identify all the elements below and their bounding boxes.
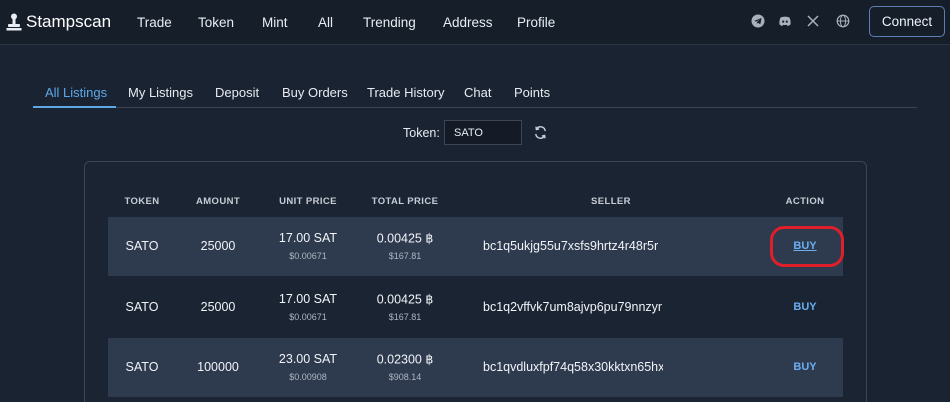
row-seller[interactable]: bc1q2vffvk7um8ajvp6pu79nnzyr [483, 300, 663, 314]
buy-button[interactable]: BUY [793, 361, 816, 373]
row-total-price: 0.02300 ฿ [376, 352, 434, 367]
table-row: SATO 25000 17.00 SAT $0.00671 0.00425 ฿ … [108, 217, 843, 276]
nav-trending[interactable]: Trending [363, 15, 416, 30]
tab-all-listings[interactable]: All Listings [45, 85, 107, 100]
highlight-annotation [770, 226, 844, 267]
active-tab-indicator [33, 106, 116, 108]
telegram-icon[interactable] [751, 14, 765, 28]
row-unit-price: 23.00 SAT [278, 352, 338, 366]
nav-all[interactable]: All [318, 15, 333, 30]
row-unit-price: 17.00 SAT [278, 231, 338, 245]
nav-address[interactable]: Address [443, 15, 493, 30]
row-seller[interactable]: bc1q5ukjg55u7xsfs9hrtz4r48r5r [483, 239, 663, 253]
tab-chat[interactable]: Chat [464, 85, 491, 100]
header-unit-price: UNIT PRICE [279, 196, 337, 207]
tab-deposit[interactable]: Deposit [215, 85, 259, 100]
row-amount: 100000 [197, 360, 239, 374]
row-amount: 25000 [200, 300, 236, 314]
row-total-usd: $167.81 [388, 251, 422, 261]
token-filter-input[interactable] [444, 120, 522, 145]
brand-logo[interactable]: Stampscan [6, 12, 111, 32]
row-total-price: 0.00425 ฿ [376, 292, 434, 307]
nav-profile[interactable]: Profile [517, 15, 555, 30]
table-row: SATO 25000 17.00 SAT $0.00671 0.00425 ฿ … [108, 278, 843, 337]
row-seller[interactable]: bc1qvdluxfpf74q58x30kktxn65hx [483, 360, 663, 374]
header-token: TOKEN [124, 196, 160, 207]
row-total-usd: $908.14 [388, 372, 422, 382]
row-unit-usd: $0.00671 [289, 312, 327, 322]
header-amount: AMOUNT [195, 196, 241, 207]
connect-button[interactable]: Connect [869, 6, 945, 37]
discord-icon[interactable] [778, 14, 792, 28]
row-total-usd: $167.81 [388, 312, 422, 322]
header-action: ACTION [785, 196, 825, 207]
buy-button[interactable]: BUY [793, 301, 816, 313]
nav-mint[interactable]: Mint [262, 15, 288, 30]
header-seller: SELLER [591, 196, 631, 207]
table-row: SATO 100000 23.00 SAT $0.00908 0.02300 ฿… [108, 338, 843, 397]
row-token: SATO [125, 300, 159, 314]
top-navbar: Stampscan Trade Token Mint All Trending … [0, 0, 950, 45]
tab-trade-history[interactable]: Trade History [367, 85, 445, 100]
tab-my-listings[interactable]: My Listings [128, 85, 193, 100]
row-unit-price: 17.00 SAT [278, 292, 338, 306]
brand-name: Stampscan [26, 12, 112, 31]
row-amount: 25000 [200, 239, 236, 253]
x-icon[interactable] [806, 14, 820, 28]
row-unit-usd: $0.00908 [289, 372, 327, 382]
token-filter-label: Token: [403, 126, 440, 140]
refresh-icon[interactable] [533, 125, 548, 140]
globe-icon[interactable] [836, 14, 850, 28]
row-unit-usd: $0.00671 [289, 251, 327, 261]
header-total-price: TOTAL PRICE [371, 196, 439, 207]
row-total-price: 0.00425 ฿ [376, 231, 434, 246]
listing-tabs: All Listings My Listings Deposit Buy Ord… [33, 75, 917, 108]
row-token: SATO [125, 360, 159, 374]
nav-trade[interactable]: Trade [137, 15, 172, 30]
tab-points[interactable]: Points [514, 85, 550, 100]
nav-token[interactable]: Token [198, 15, 234, 30]
row-token: SATO [125, 239, 159, 253]
stamp-logo-icon [6, 13, 22, 31]
tab-buy-orders[interactable]: Buy Orders [282, 85, 348, 100]
